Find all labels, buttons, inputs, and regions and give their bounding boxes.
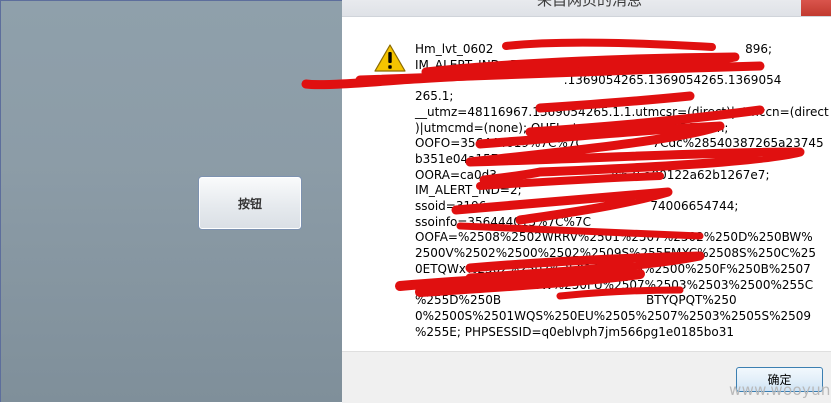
message-line: Hm_lvt_0602 896; [415, 42, 773, 56]
message-line: OOFA=%2508%2502WRRV%2501%2507%2502%250D%… [415, 230, 813, 245]
message-line: __utmz=48116967.1369054265.1.1.utmcsr=(d… [415, 104, 829, 119]
alert-dialog: 来自网页的消息 Hm_lvt_0602 896; IM_ALERT_IND=5;… [342, 0, 831, 403]
message-line: OORA=ca0d3 lc675a00122a62b1267e7; [415, 167, 770, 182]
webpage-background: 按钮 [0, 0, 342, 402]
dialog-title: 来自网页的消息 [537, 0, 643, 9]
message-line: 2500V%2502%2500%2502%2509S%255EMXC%2508S… [415, 246, 817, 261]
message-line: .1369054265.1369054265.1369054 [415, 73, 782, 88]
dialog-titlebar: 来自网页的消息 [342, 0, 831, 17]
page-button[interactable]: 按钮 [198, 176, 302, 230]
message-line: %255D%250B BTYQPQT%250 [415, 293, 737, 308]
message-line: 0%2500S%2501WQS%250EU%2505%2507%2503%250… [415, 308, 812, 323]
warning-icon [374, 44, 406, 72]
message-line: )|utmcmd=(none); OUFL=tmpmail126%40126.c… [415, 120, 729, 135]
message-line: ssoinfo=356444015%7C%7C [415, 214, 591, 229]
message-line: OOFO=356444019%7C%7C 7Cdc%28540387265a23… [415, 136, 824, 151]
message-line: b351e04a157; [415, 151, 503, 166]
dialog-message: Hm_lvt_0602 896; IM_ALERT_IND=5; 115_lan… [415, 42, 829, 340]
message-line: IM_ALERT_IND=5; 115_lang=zh; [415, 57, 609, 72]
message-line: %255E; PHPSESSID=q0eblvph7jm566pg1e0185b… [415, 324, 735, 339]
watermark: www.wooyun.org [729, 381, 831, 399]
close-button[interactable] [801, 0, 831, 16]
message-line: %2504%2500%2508W%250FU%2507%2503%2503%25… [415, 277, 814, 292]
message-line: 265.1; [415, 89, 454, 104]
message-line: ssoid=3196 74006654744; [415, 199, 739, 214]
message-line: 0ETQWx%2502%2507%2501O%2505%2500%250F%25… [415, 261, 811, 276]
message-line: IM_ALERT_IND=2; [415, 183, 522, 198]
